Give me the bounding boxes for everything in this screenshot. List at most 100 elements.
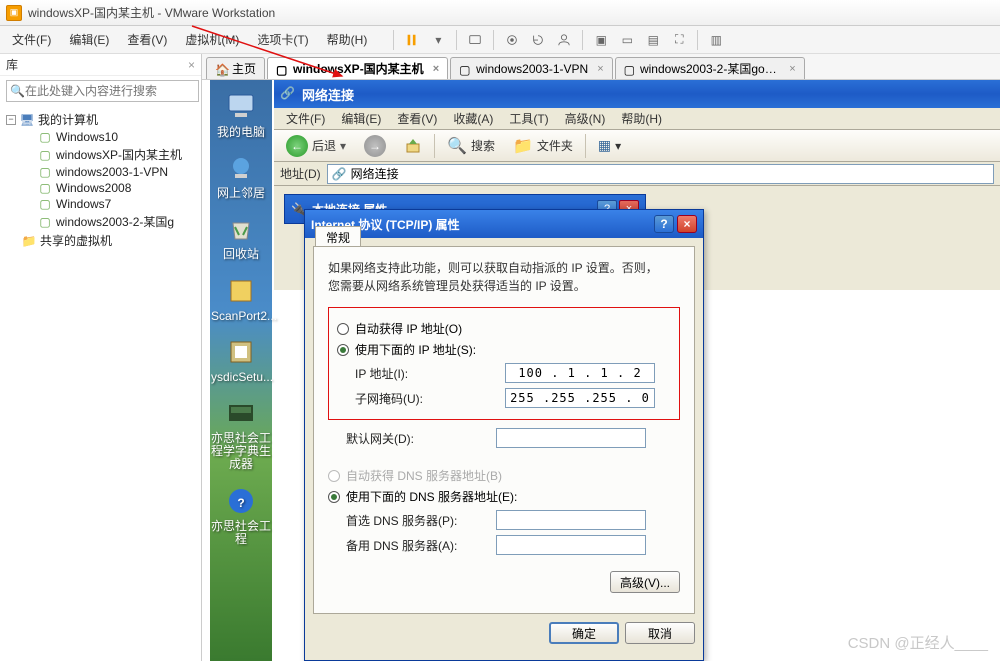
app-menubar: 文件(F) 编辑(E) 查看(V) 虚拟机(M) 选项卡(T) 帮助(H) ▾ … (0, 26, 1000, 54)
tab-general[interactable]: 常规 (315, 226, 361, 246)
vmware-logo-icon: ▣ (6, 5, 22, 21)
dialog-close-button[interactable]: × (677, 215, 697, 233)
nc-toolbar: ←后退▾ → 🔍搜索 📁文件夹 ▦▾ (274, 130, 1000, 162)
nc-titlebar[interactable]: 🔗 网络连接 (274, 80, 1000, 108)
nc-menu-adv[interactable]: 高级(N) (557, 108, 614, 129)
tree-item[interactable]: ▢windows2003-1-VPN (6, 164, 195, 180)
tree-item[interactable]: ▢Windows2008 (6, 180, 195, 196)
tree-root-mycomputer[interactable]: − 🖥 我的计算机 (6, 110, 195, 129)
search-icon: 🔍 (10, 84, 25, 98)
tcpip-panel: 如果网络支持此功能，则可以获取自动指派的 IP 设置。否则，您需要从网络系统管理… (313, 246, 695, 614)
desktop-help[interactable]: ?亦思社会工程 (211, 484, 271, 546)
vm-icon: ▢ (38, 148, 52, 162)
vm-icon: ▢ (38, 165, 52, 179)
tree-shared[interactable]: 📁共享的虚拟机 (6, 231, 195, 250)
tab-close-icon[interactable]: × (597, 63, 603, 75)
menu-edit[interactable]: 编辑(E) (61, 28, 117, 51)
ip-settings-highlight: 自动获得 IP 地址(O) 使用下面的 IP 地址(S): IP 地址(I):1… (328, 307, 680, 420)
tree-item[interactable]: ▢windowsXP-国内某主机 (6, 145, 195, 164)
thumbnail-icon[interactable]: ▤ (641, 29, 665, 51)
radio-manual-ip[interactable]: 使用下面的 IP 地址(S): (337, 341, 671, 358)
desktop-network[interactable]: 网上邻居 (217, 151, 265, 200)
library-sidebar: 库 × 🔍 ▾ − 🖥 我的计算机 ▢Windows10 ▢windowsXP-… (0, 54, 202, 661)
views-button[interactable]: ▦▾ (592, 135, 627, 156)
vm-icon: ▢ (38, 181, 52, 195)
address-input[interactable]: 🔗 网络连接 (327, 164, 994, 184)
desktop-dictgen[interactable]: 亦思社会工程学字典生成器 (211, 396, 271, 472)
network-icon: 🔗 (280, 86, 296, 102)
sidebar-title: 库 (6, 56, 18, 73)
tcpip-titlebar[interactable]: Internet 协议 (TCP/IP) 属性 ? × (305, 210, 703, 238)
library-icon[interactable]: ▥ (704, 29, 728, 51)
ip-address-input[interactable]: 100 . 1 . 1 . 2 (505, 363, 655, 383)
nc-menu-tools[interactable]: 工具(T) (501, 108, 556, 129)
revert-icon[interactable] (526, 29, 550, 51)
tab-vm[interactable]: ▢windows2003-2-某国google...× (615, 57, 805, 79)
desktop-recycle[interactable]: 回收站 (223, 212, 259, 261)
unity-icon[interactable]: ▭ (615, 29, 639, 51)
manage-icon[interactable] (552, 29, 576, 51)
radio-auto-ip[interactable]: 自动获得 IP 地址(O) (337, 320, 671, 337)
nc-menubar: 文件(F) 编辑(E) 查看(V) 收藏(A) 工具(T) 高级(N) 帮助(H… (274, 108, 1000, 130)
tab-vm[interactable]: ▢windows2003-1-VPN× (450, 57, 613, 79)
desktop-ysdic[interactable]: ysdicSetu... (211, 335, 271, 384)
folders-button[interactable]: 📁文件夹 (507, 134, 579, 158)
radio-auto-dns: 自动获得 DNS 服务器地址(B) (328, 467, 680, 484)
fullscreen-icon[interactable]: ⛶ (667, 29, 691, 51)
dns1-label: 首选 DNS 服务器(P): (346, 512, 496, 529)
back-button[interactable]: ←后退▾ (280, 133, 352, 159)
mask-label: 子网掩码(U): (355, 390, 505, 407)
watermark: CSDN @正经人____ (848, 632, 988, 653)
gateway-label: 默认网关(D): (346, 430, 496, 447)
tab-close-icon[interactable]: × (433, 63, 439, 75)
nc-menu-help[interactable]: 帮助(H) (613, 108, 670, 129)
toolbar-dropdown-icon[interactable]: ▾ (426, 29, 450, 51)
svg-text:?: ? (237, 496, 244, 510)
library-search-input[interactable] (6, 80, 199, 102)
ok-button[interactable]: 确定 (549, 622, 619, 644)
desktop-scanport[interactable]: ScanPort2... (211, 274, 271, 323)
xp-desktop: 我的电脑 网上邻居 回收站 ScanPort2... ysdicSetu... … (210, 80, 272, 661)
fit-icon[interactable]: ▣ (589, 29, 613, 51)
dns1-input[interactable] (496, 510, 646, 530)
advanced-button[interactable]: 高级(V)... (610, 571, 680, 593)
address-bar: 地址(D) 🔗 网络连接 (274, 162, 1000, 186)
tab-close-icon[interactable]: × (789, 63, 795, 75)
desktop-my-computer[interactable]: 我的电脑 (217, 90, 265, 139)
tree-item[interactable]: ▢Windows7 (6, 196, 195, 212)
folder-icon: 📁 (22, 234, 36, 248)
vm-area: 🏠主页 ▢windowsXP-国内某主机× ▢windows2003-1-VPN… (202, 54, 1000, 661)
up-button[interactable] (398, 135, 428, 157)
vm-icon: ▢ (38, 197, 52, 211)
send-cad-icon[interactable] (463, 29, 487, 51)
vm-icon: ▢ (624, 63, 635, 75)
tcpip-description: 如果网络支持此功能，则可以获取自动指派的 IP 设置。否则，您需要从网络系统管理… (328, 259, 680, 295)
gateway-input[interactable] (496, 428, 646, 448)
cancel-button[interactable]: 取消 (625, 622, 695, 644)
vm-icon: ▢ (38, 215, 52, 229)
subnet-mask-input[interactable]: 255 .255 .255 . 0 (505, 388, 655, 408)
dns2-input[interactable] (496, 535, 646, 555)
tcpip-properties-dialog: Internet 协议 (TCP/IP) 属性 ? × 常规 如果网络支持此功能… (304, 209, 704, 661)
nc-menu-fav[interactable]: 收藏(A) (445, 108, 501, 129)
tree-item[interactable]: ▢Windows10 (6, 129, 195, 145)
menu-file[interactable]: 文件(F) (4, 28, 59, 51)
network-icon: 🔗 (332, 167, 347, 181)
search-button[interactable]: 🔍搜索 (441, 134, 501, 158)
vm-icon: ▢ (38, 130, 52, 144)
computer-icon: 🖥 (20, 113, 34, 127)
menu-view[interactable]: 查看(V) (119, 28, 175, 51)
pause-button[interactable] (400, 29, 424, 51)
tree-item[interactable]: ▢windows2003-2-某国g (6, 212, 195, 231)
app-titlebar: ▣ windowsXP-国内某主机 - VMware Workstation (0, 0, 1000, 26)
library-tree: − 🖥 我的计算机 ▢Windows10 ▢windowsXP-国内某主机 ▢w… (0, 106, 201, 254)
dns2-label: 备用 DNS 服务器(A): (346, 537, 496, 554)
vm-icon: ▢ (459, 63, 471, 75)
dialog-help-button[interactable]: ? (654, 215, 674, 233)
snapshot-icon[interactable] (500, 29, 524, 51)
nc-menu-edit[interactable]: 编辑(E) (333, 108, 389, 129)
forward-button[interactable]: → (358, 133, 392, 159)
nc-menu-file[interactable]: 文件(F) (278, 108, 333, 129)
radio-manual-dns[interactable]: 使用下面的 DNS 服务器地址(E): (328, 488, 680, 505)
nc-menu-view[interactable]: 查看(V) (389, 108, 445, 129)
